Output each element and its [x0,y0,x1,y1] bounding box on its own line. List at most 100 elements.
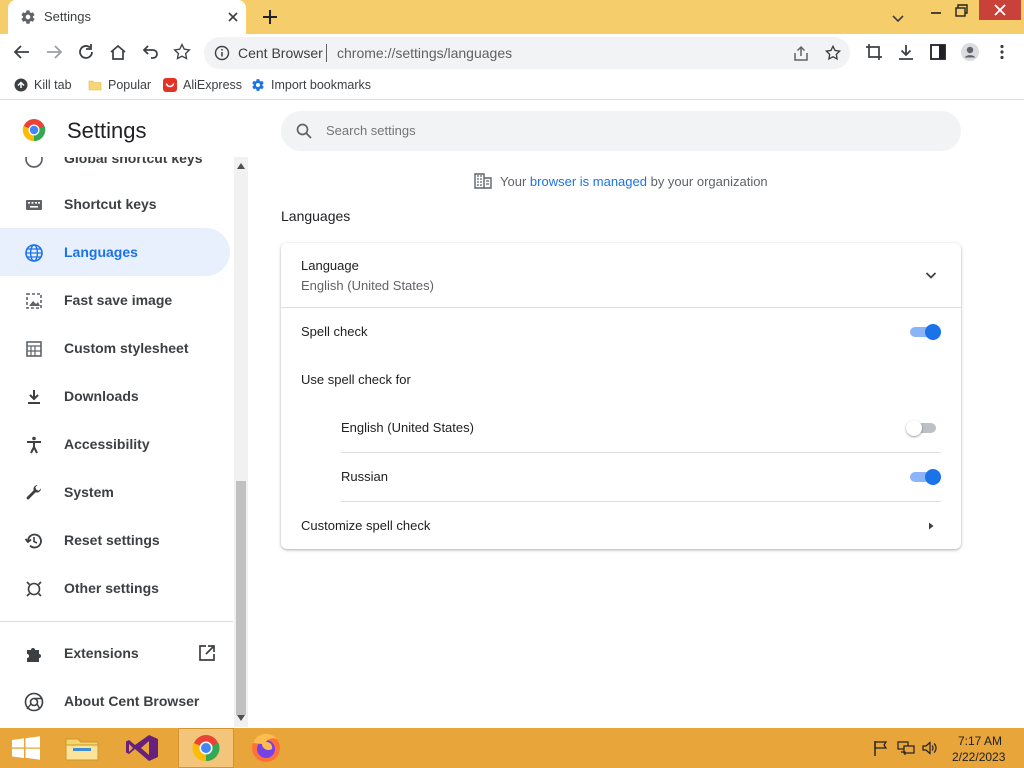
tab-settings[interactable]: Settings [8,0,246,34]
spell-language-row[interactable]: English (United States) [341,404,941,452]
crop-icon[interactable] [864,42,884,62]
sidebar-item-accessibility[interactable]: Accessibility [0,420,230,468]
sidebar-item-label: About Cent Browser [64,693,200,709]
scrollbar-thumb[interactable] [236,481,246,715]
bookmark-popular[interactable]: Popular [88,76,151,94]
globe-icon [24,243,44,263]
bookmark-star-icon[interactable] [172,42,192,62]
chevron-down-icon[interactable] [888,8,908,28]
spell-language-toggle[interactable] [910,469,942,485]
back-icon[interactable] [12,42,32,62]
sidebar-item-label: Accessibility [64,436,150,452]
wrench-icon [24,483,44,503]
download-icon[interactable] [896,42,916,62]
cent-browser-taskbar-icon[interactable] [178,728,234,768]
firefox-icon[interactable] [240,728,292,768]
spell-language-row[interactable]: Russian [341,453,941,501]
minimize-button[interactable] [926,2,946,22]
close-tab-icon[interactable] [224,8,242,26]
window-close-button[interactable] [979,0,1021,20]
scroll-down-icon[interactable] [237,715,245,721]
sidebar-item-system[interactable]: System [0,468,230,516]
sidebar-item-about[interactable]: About Cent Browser [0,677,230,725]
sidebar-item-fast-save-image[interactable]: Fast save image [0,276,230,324]
accessibility-icon [24,435,44,455]
tab-strip: Settings [0,0,1024,34]
flag-icon[interactable] [872,740,890,756]
sidebar-item-label: Reset settings [64,532,160,548]
url-divider [326,44,327,62]
windows-start-button[interactable] [0,728,52,768]
page-title: Settings [67,118,147,143]
bookmark-label: Kill tab [34,78,72,92]
sidebar-item-extensions[interactable]: Extensions [0,629,230,677]
menu-icon[interactable] [992,42,1012,62]
spell-language-name: English (United States) [341,420,474,435]
managed-link[interactable]: browser is managed [530,174,647,189]
site-name: Cent Browser [238,45,323,61]
sidebar-item-languages[interactable]: Languages [0,228,230,276]
bookmark-aliexpress[interactable]: AliExpress [163,76,242,94]
bookmark-kill-tab[interactable]: Kill tab [14,76,72,94]
spell-check-row[interactable]: Spell check [281,308,961,356]
volume-icon[interactable] [921,740,939,756]
sidebar-item-label: Custom stylesheet [64,340,189,356]
sidebar-item-downloads[interactable]: Downloads [0,372,230,420]
gear-icon [252,79,264,91]
folder-icon [88,80,102,91]
undo-close-tab-icon[interactable] [140,42,160,62]
spell-check-toggle[interactable] [910,324,942,340]
star-icon[interactable] [824,44,842,62]
customize-spell-check-label: Customize spell check [301,518,431,533]
sidebar-item-custom-stylesheet[interactable]: Custom stylesheet [0,324,230,372]
search-box[interactable] [281,111,961,151]
info-icon[interactable] [214,45,230,61]
new-tab-button[interactable] [260,7,280,27]
cent-browser-logo-icon [22,118,46,142]
clock-date[interactable]: 2/22/2023 [952,750,1005,764]
bookmark-label: Import bookmarks [271,78,372,92]
share-icon[interactable] [792,45,810,63]
side-panel-icon[interactable] [928,42,948,62]
chevron-down-icon[interactable] [921,265,941,285]
sidebar-scrollbar[interactable] [234,157,248,727]
scroll-up-icon[interactable] [237,163,245,169]
puzzle-icon [24,644,44,664]
spell-language-name: Russian [341,469,388,484]
sidebar-item-other-settings[interactable]: Other settings [0,564,230,612]
sidebar-item-shortcut-keys[interactable]: Shortcut keys [0,180,230,228]
sidebar-item-label: Downloads [64,388,139,404]
spell-language-toggle[interactable] [906,420,938,436]
network-icon[interactable] [897,740,915,756]
profile-icon[interactable] [960,42,980,62]
kill-tab-icon [14,78,28,92]
visual-studio-icon[interactable] [116,728,168,768]
sidebar-item-reset-settings[interactable]: Reset settings [0,516,230,564]
open-in-new-icon [198,644,216,662]
sidebar-item-global-shortcut-keys[interactable]: Global shortcut keys [0,157,230,182]
sidebar: Global shortcut keys Shortcut keys Langu… [0,157,233,727]
address-bar[interactable]: Cent Browser chrome://settings/languages [204,37,850,69]
building-icon [474,173,492,189]
restore-icon [24,531,44,551]
use-spell-check-for-label: Use spell check for [301,372,411,387]
arrow-right-icon[interactable] [925,520,937,532]
home-icon[interactable] [108,42,128,62]
bookmarks-bar: Kill tab Popular AliExpress Import bookm… [0,70,1024,100]
url-text[interactable]: chrome://settings/languages [337,45,512,61]
customize-spell-check-row[interactable]: Customize spell check [281,502,961,549]
bookmark-import-bookmarks[interactable]: Import bookmarks [251,76,371,94]
clock-time[interactable]: 7:17 AM [958,734,1002,748]
sidebar-item-label: Shortcut keys [64,196,157,212]
language-row[interactable]: Language English (United States) [281,243,961,307]
reload-icon[interactable] [76,42,96,62]
languages-card: Language English (United States) Spell c… [281,243,961,549]
forward-icon[interactable] [44,42,64,62]
bookmark-label: AliExpress [183,78,243,92]
sidebar-item-label: Languages [64,244,138,260]
taskbar: 7:17 AM 2/22/2023 [0,728,1024,768]
restore-button[interactable] [950,2,972,20]
sidebar-item-label: Extensions [64,645,139,661]
file-explorer-icon[interactable] [56,728,108,768]
search-input[interactable] [326,123,926,138]
